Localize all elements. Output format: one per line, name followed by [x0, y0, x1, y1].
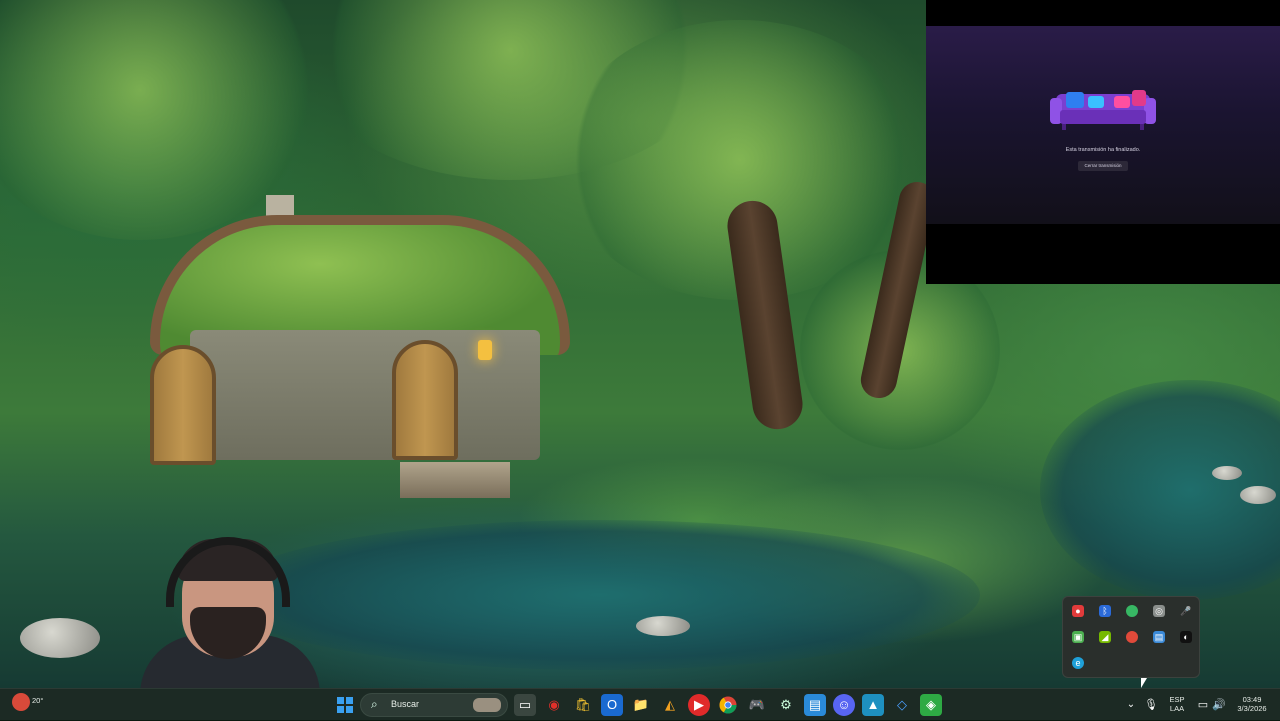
- chevron-up-icon[interactable]: ⌄: [1120, 694, 1142, 716]
- clock[interactable]: 03:49 3/3/2026: [1230, 695, 1274, 713]
- dark-app-icon[interactable]: ◐: [1180, 631, 1192, 643]
- nvidia-icon[interactable]: ◢: [1099, 631, 1111, 643]
- rock: [636, 616, 690, 636]
- webcam-feed: [130, 525, 330, 700]
- stream-ended-panel: Esta transmisión ha finalizado. Cerrar t…: [926, 26, 1280, 224]
- hut-side-door: [150, 345, 216, 465]
- controller-icon[interactable]: 🎮: [746, 694, 768, 716]
- mouse-cursor: [1141, 678, 1147, 688]
- rock: [20, 618, 100, 658]
- headset: [166, 537, 290, 607]
- red-mic-icon[interactable]: 🎤: [1180, 605, 1192, 617]
- photos-icon[interactable]: ▲: [862, 694, 884, 716]
- camera-app-icon[interactable]: ◎: [1153, 605, 1165, 617]
- green-app-icon[interactable]: ◈: [920, 694, 942, 716]
- search-highlight-icon: [473, 698, 501, 712]
- lantern: [478, 340, 492, 360]
- rock: [1212, 466, 1242, 480]
- weather-temp: 20°: [32, 696, 44, 705]
- taskbar-search[interactable]: ⌕ Buscar: [360, 693, 508, 717]
- tray-overflow-popup: ● ᛒ ◎ 🎤 ▣ ◢ ▤ ◐ e: [1062, 596, 1200, 678]
- language-top: ESP: [1169, 695, 1185, 704]
- stream-ended-message: Esta transmisión ha finalizado.: [1065, 147, 1141, 153]
- vscode-icon[interactable]: ◇: [891, 694, 913, 716]
- steam-icon[interactable]: ⚙: [775, 694, 797, 716]
- chrome-icon[interactable]: [717, 694, 739, 716]
- microphone-icon[interactable]: 🎙: [1140, 694, 1162, 716]
- clock-time: 03:49: [1242, 695, 1262, 704]
- windows-start-icon[interactable]: [334, 694, 356, 716]
- search-label: Buscar: [391, 699, 420, 709]
- search-icon: ⌕: [371, 697, 378, 711]
- outlook-icon[interactable]: O: [601, 694, 623, 716]
- rock: [1240, 486, 1276, 504]
- language-indicator[interactable]: ESP LAA: [1164, 695, 1190, 713]
- volume-icon[interactable]: 🔊: [1208, 694, 1230, 716]
- stream-water: [220, 520, 980, 670]
- chrome-variant-icon[interactable]: [1126, 631, 1138, 643]
- language-bottom: LAA: [1169, 704, 1185, 713]
- taskbar: 20° ⌕ Buscar ▭ ◉ 🛍 O 📁 ◭ ▶ 🎮 ⚙ ▤ ☺ ▲ ◇ ◈…: [0, 688, 1280, 720]
- discord-icon[interactable]: ☺: [833, 694, 855, 716]
- couch-icon: [1050, 90, 1156, 130]
- close-stream-button[interactable]: Cerrar transmisión: [1078, 161, 1128, 171]
- task-view-icon[interactable]: ▭: [514, 694, 536, 716]
- edge-variant-icon[interactable]: e: [1072, 657, 1084, 669]
- hut-front-door: [392, 340, 458, 460]
- file-explorer-icon[interactable]: 📁: [630, 694, 652, 716]
- green-app-icon[interactable]: ▣: [1072, 631, 1084, 643]
- green-circle-icon[interactable]: [1126, 605, 1138, 617]
- weather-icon[interactable]: [12, 693, 30, 711]
- red-record-icon[interactable]: ●: [1072, 605, 1084, 617]
- hut-steps: [400, 462, 510, 498]
- clock-date: 3/3/2026: [1237, 704, 1267, 713]
- stream-window: Esta transmisión ha finalizado. Cerrar t…: [926, 0, 1280, 284]
- notepad-icon[interactable]: ▤: [804, 694, 826, 716]
- yellow-app-icon[interactable]: ◭: [659, 694, 681, 716]
- red-app-icon[interactable]: ◉: [543, 694, 565, 716]
- blue-app-icon[interactable]: ▤: [1153, 631, 1165, 643]
- store-icon[interactable]: 🛍: [572, 694, 594, 716]
- bluetooth-icon[interactable]: ᛒ: [1099, 605, 1111, 617]
- red-circle-app-icon[interactable]: ▶: [688, 694, 710, 716]
